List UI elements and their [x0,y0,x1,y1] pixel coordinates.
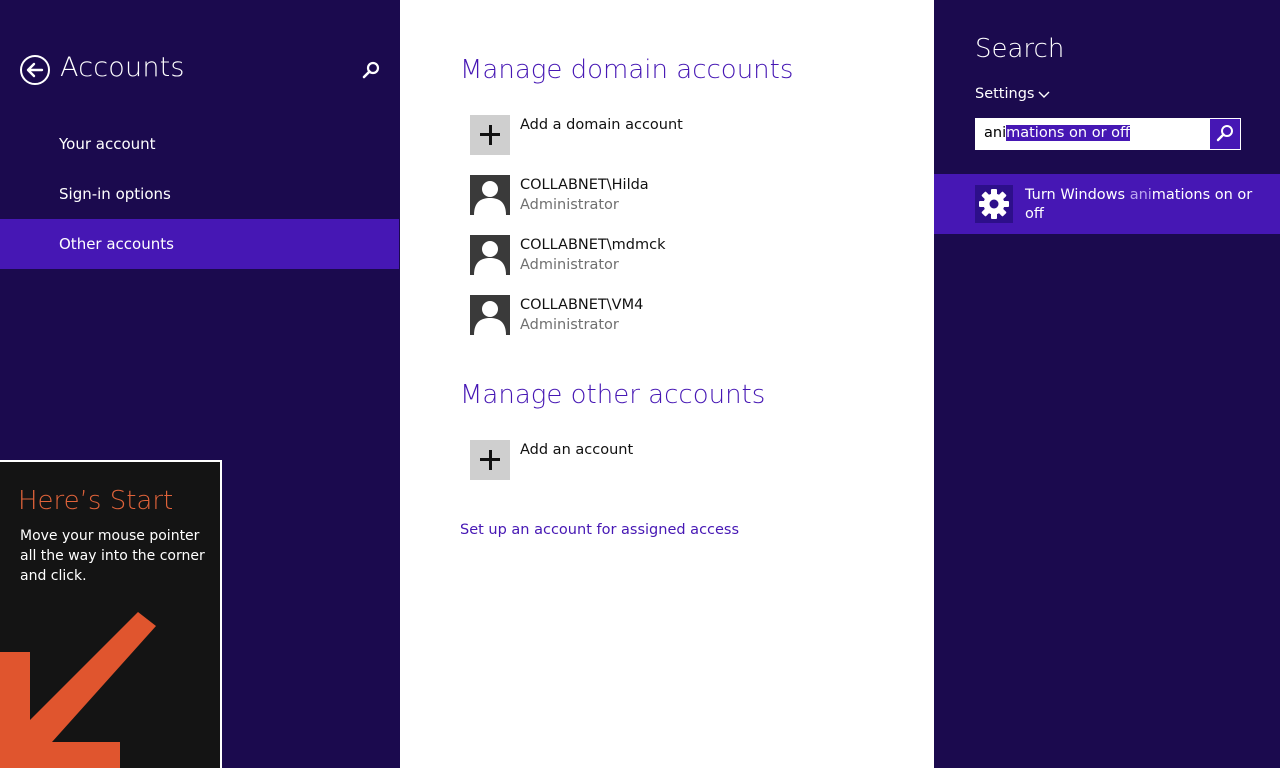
back-arrow-icon [26,62,44,78]
tip-text: Move your mouse pointer all the way into… [20,528,205,584]
nav-item-your-account[interactable]: Your account [0,119,399,169]
accounts-pane: Accounts Your account Sign-in options Ot… [0,0,400,768]
account-role: Administrator [520,257,619,273]
account-name[interactable]: COLLABNET\mdmck [520,237,665,253]
add-domain-account-label[interactable]: Add a domain account [520,117,683,133]
search-autocomplete-text: mations on or off [1006,125,1131,141]
other-accounts-heading: Manage other accounts [460,380,766,410]
assigned-access-link[interactable]: Set up an account for assigned access [460,522,739,538]
account-role: Administrator [520,197,619,213]
add-account-label[interactable]: Add an account [520,442,633,458]
user-icon [474,301,506,335]
account-row-mdmck-avatar[interactable] [470,235,510,275]
search-typed-text: ani [984,125,1007,141]
search-input[interactable]: animations on or off [975,118,1241,150]
gear-icon [979,189,1009,219]
account-name[interactable]: COLLABNET\VM4 [520,297,643,313]
nav-item-other-accounts[interactable]: Other accounts [0,219,399,269]
accounts-content: Manage domain accounts Add a domain acco… [400,0,934,768]
account-row-vm4-avatar[interactable] [470,295,510,335]
search-button[interactable] [360,60,382,82]
account-row-hilda-avatar[interactable] [470,175,510,215]
nav-item-label: Your account [59,135,156,153]
search-result-label: Turn Windows animations on or off [1025,187,1253,222]
search-icon [362,61,380,79]
nav-item-label: Other accounts [59,235,174,253]
tip-title: Here’s Start [18,486,174,516]
page-title: Accounts [60,52,185,83]
search-title: Search [975,34,1065,64]
search-icon [1216,125,1233,142]
search-result-item[interactable]: Turn Windows animations on or off [934,174,1280,234]
search-scope-dropdown[interactable]: Settings [975,86,1034,102]
search-submit-button[interactable] [1210,119,1240,149]
account-name[interactable]: COLLABNET\Hilda [520,177,649,193]
arrow-down-left-icon [0,612,156,768]
search-charm: Search Settings animations on or off Tur… [934,0,1280,768]
heres-start-tip: Here’s Start Move your mouse pointer all… [0,460,222,768]
add-account-button[interactable] [470,440,510,480]
domain-accounts-heading: Manage domain accounts [460,55,794,85]
account-role: Administrator [520,317,619,333]
user-icon [474,181,506,215]
add-domain-account-button[interactable] [470,115,510,155]
nav-item-sign-in-options[interactable]: Sign-in options [0,169,399,219]
chevron-down-icon[interactable] [1038,90,1050,100]
back-button[interactable] [20,55,50,85]
user-icon [474,241,506,275]
nav-item-label: Sign-in options [59,185,171,203]
